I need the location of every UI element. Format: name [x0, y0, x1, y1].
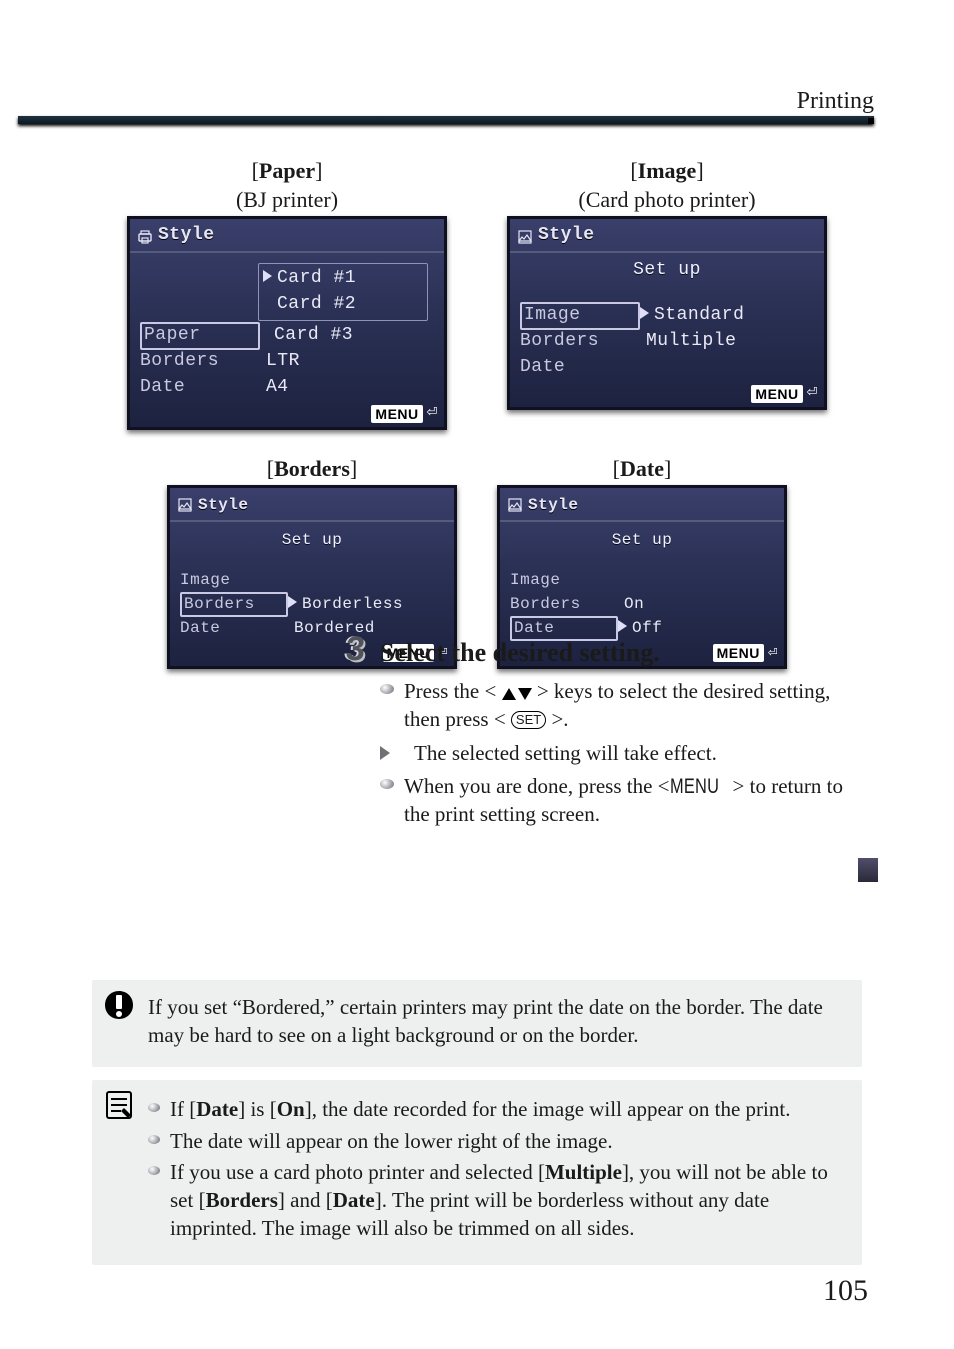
warning-note: If you set “Bordered,” certain printers … [92, 980, 862, 1067]
return-icon: ⏎ [427, 402, 438, 426]
menu-row: Borders LTR [140, 349, 434, 375]
printer-icon [138, 229, 152, 243]
updown-keys-icon [502, 688, 532, 700]
tip-item: The date will appear on the lower right … [148, 1128, 844, 1156]
lcd-title-paper: [Paper] (BJ printer) [127, 156, 447, 214]
lcd-image: Style Set up Image Standard Borders [507, 216, 827, 410]
lcd-top-label: Style [538, 224, 595, 248]
lcd-setband: Set up [550, 259, 784, 283]
notes-icon [102, 1088, 136, 1122]
lcd-setband: Set up [540, 528, 744, 552]
selected-arrow-icon [288, 596, 297, 608]
result-arrow-icon [380, 746, 404, 760]
lcd-top-label: Style [198, 495, 249, 516]
menu-row: Image [510, 568, 774, 592]
menu-row: Date A4 [140, 375, 434, 401]
step-heading: Select the desired setting. [380, 636, 864, 670]
menu-row: Borders Borderless [180, 592, 444, 616]
printer-icon [178, 498, 192, 512]
step-bullet: Press the < > keys to select the desired… [380, 678, 864, 733]
header-rule [18, 116, 874, 124]
bullet-icon [148, 1135, 160, 1144]
menu-keyword: MENU [670, 773, 719, 801]
step-bullet: The selected setting will take effect. [380, 740, 864, 768]
bullet-icon [148, 1103, 160, 1112]
section-header: Printing [18, 86, 874, 118]
selected-arrow-icon [618, 620, 627, 632]
menu-row: Image Standard [520, 303, 814, 329]
option-row: Card #1 [263, 266, 423, 292]
tip-item: If you use a card photo printer and sele… [148, 1159, 844, 1242]
page-number: 105 [823, 1271, 868, 1311]
printer-icon [518, 229, 532, 243]
printer-icon [508, 498, 522, 512]
menu-row: Borders Multiple [520, 329, 814, 355]
set-button-icon: SET [511, 711, 546, 729]
bullet-icon [380, 779, 394, 789]
menu-row: Image [180, 568, 444, 592]
warning-text: If you set “Bordered,” certain printers … [148, 995, 823, 1047]
lcd-setband: Set up [210, 528, 414, 552]
tip-item: If [Date] is [On], the date recorded for… [148, 1096, 844, 1124]
selected-arrow-icon [640, 307, 649, 319]
menu-badge: MENU [751, 385, 802, 403]
lcd-title-borders: [Borders] [167, 454, 457, 483]
lcd-title-date: [Date] [497, 454, 787, 483]
lcd-top-label: Style [158, 224, 215, 248]
bullet-icon [380, 684, 394, 694]
step-3: 3 Select the desired setting. Press the … [380, 636, 864, 835]
option-row: Card #2 [263, 292, 423, 318]
step-bullet: When you are done, press the <MENU> to r… [380, 773, 864, 828]
caution-icon [102, 988, 136, 1022]
step-number-icon: 3 [346, 632, 376, 668]
menu-row: Paper Card #3 [140, 323, 434, 349]
return-icon: ⏎ [807, 382, 818, 406]
page-edge-tab-icon [858, 858, 878, 882]
manual-page: Printing [Paper] (BJ printer) Style [0, 0, 954, 1349]
menu-row: Date [520, 355, 814, 381]
tips-note: If [Date] is [On], the date recorded for… [92, 1080, 862, 1265]
selected-arrow-icon [263, 270, 272, 282]
lcd-title-image: [Image] (Card photo printer) [507, 156, 827, 214]
menu-badge: MENU [371, 405, 422, 423]
header-corner [868, 118, 874, 124]
lcd-grid: [Paper] (BJ printer) Style [140, 156, 814, 669]
lcd-top-label: Style [528, 495, 579, 516]
menu-row: Borders On [510, 592, 774, 616]
bullet-icon [148, 1166, 160, 1175]
lcd-paper: Style Card #1 Card #2 [127, 216, 447, 430]
